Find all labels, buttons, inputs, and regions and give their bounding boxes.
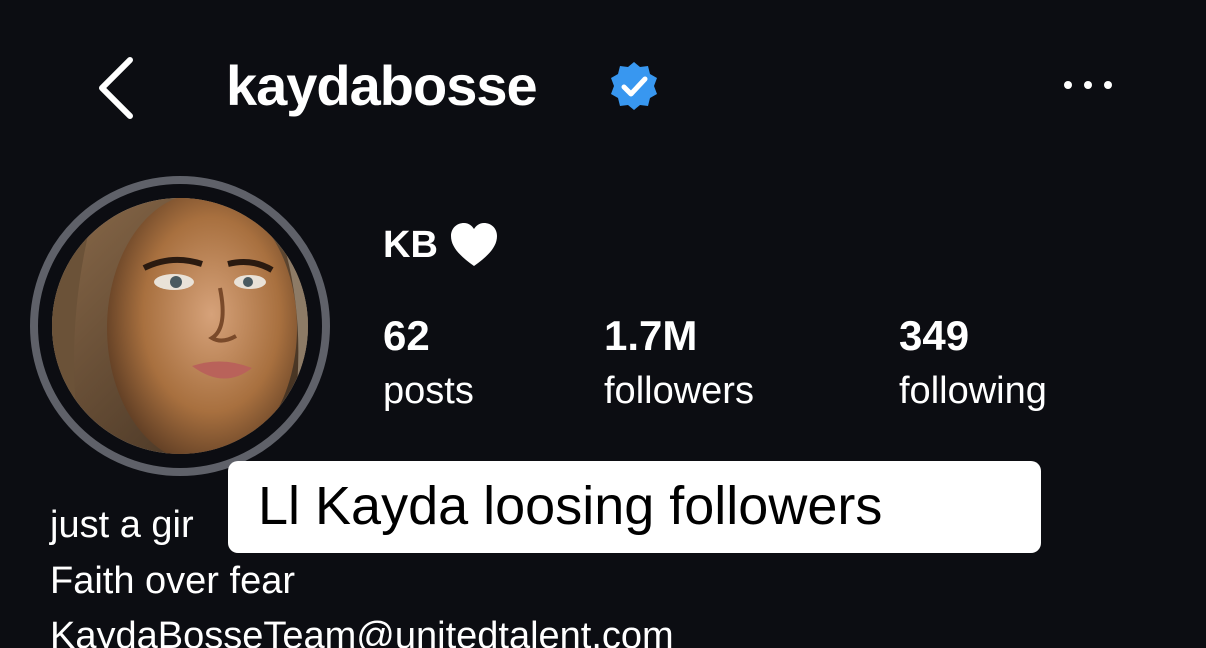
stat-label: following [899,370,1047,412]
stat-label: posts [383,370,474,412]
avatar[interactable] [52,198,308,454]
verified-badge-icon [611,62,657,110]
stat-followers[interactable]: 1.7M followers [604,308,754,418]
stat-label: followers [604,370,754,412]
stat-following[interactable]: 349 following [899,308,1047,418]
bio-line: Faith over fear [50,560,295,602]
bio-email-link[interactable]: KaydaBosseTeam@unitedtalent.com [50,611,674,648]
white-heart-icon [451,223,497,266]
chevron-left-icon[interactable] [96,56,140,120]
stat-value: 62 [383,312,430,359]
more-options-icon[interactable] [1060,76,1116,94]
profile-username: kaydabosse [226,54,538,117]
display-name: KB [383,224,438,266]
bio-line: just a gir [50,504,194,546]
stat-value: 349 [899,312,970,359]
stat-value: 1.7M [604,312,698,359]
stat-posts[interactable]: 62 posts [383,308,474,418]
overlay-caption-text: Ll Kayda loosing followers [258,476,883,536]
